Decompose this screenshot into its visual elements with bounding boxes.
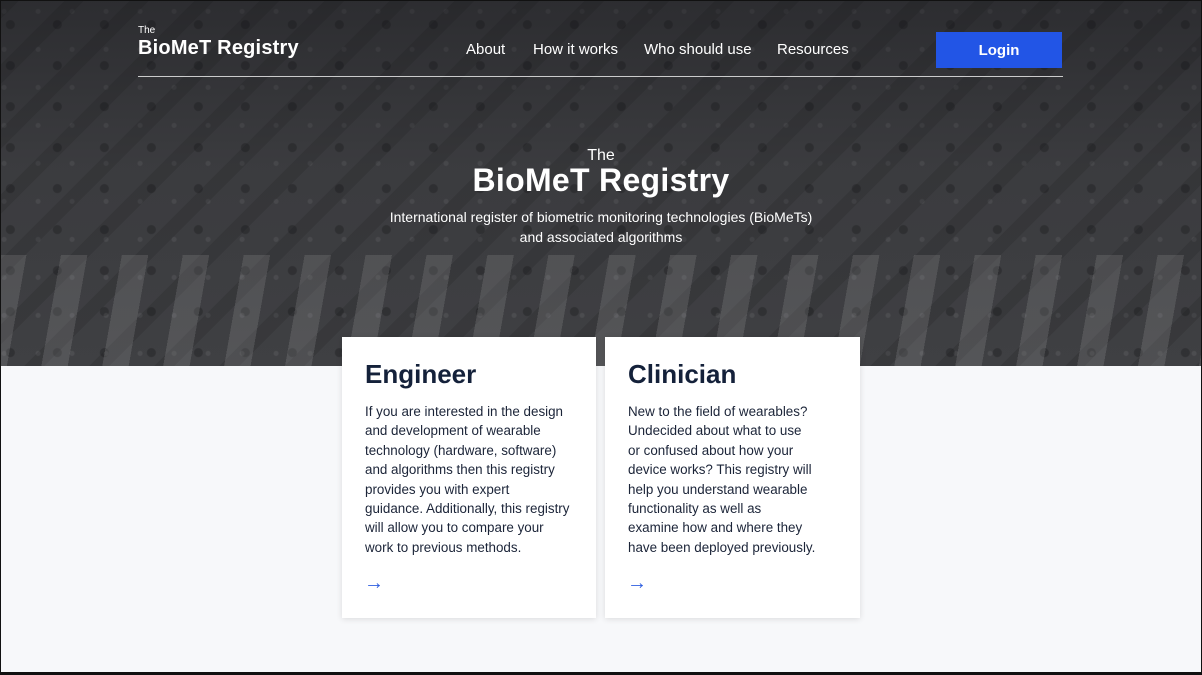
card-title: Clinician xyxy=(628,359,737,389)
card-title: Engineer xyxy=(365,359,477,389)
nav-how-it-works[interactable]: How it works xyxy=(533,41,618,58)
hero-title: BioMeT Registry xyxy=(472,162,730,198)
nav-divider xyxy=(138,76,1063,77)
card-description: If you are interested in the design and … xyxy=(365,404,570,555)
hero-subtitle-line2: and associated algorithms xyxy=(519,229,683,245)
hero-subtitle: International register of biometric moni… xyxy=(0,207,1202,247)
logo-name: BioMeT Registry xyxy=(138,37,299,59)
nav-resources[interactable]: Resources xyxy=(777,41,849,58)
hero-banner: The BioMeT Registry About How it works W… xyxy=(0,0,1202,366)
arrow-right-icon[interactable]: → xyxy=(364,573,384,593)
nav-about[interactable]: About xyxy=(466,41,505,58)
arrow-right-icon[interactable]: → xyxy=(627,573,647,593)
card-description: New to the field of wearables? Undecided… xyxy=(628,404,816,555)
logo-prefix: The xyxy=(138,25,156,36)
hero-subtitle-line1: International register of biometric moni… xyxy=(389,209,813,225)
engineer-card[interactable]: Engineer If you are interested in the de… xyxy=(342,337,596,618)
nav-who-should-use[interactable]: Who should use xyxy=(644,41,752,58)
login-button[interactable]: Login xyxy=(936,32,1062,68)
site-logo[interactable]: The BioMeT Registry xyxy=(138,26,299,60)
clinician-card[interactable]: Clinician New to the field of wearables?… xyxy=(605,337,860,618)
